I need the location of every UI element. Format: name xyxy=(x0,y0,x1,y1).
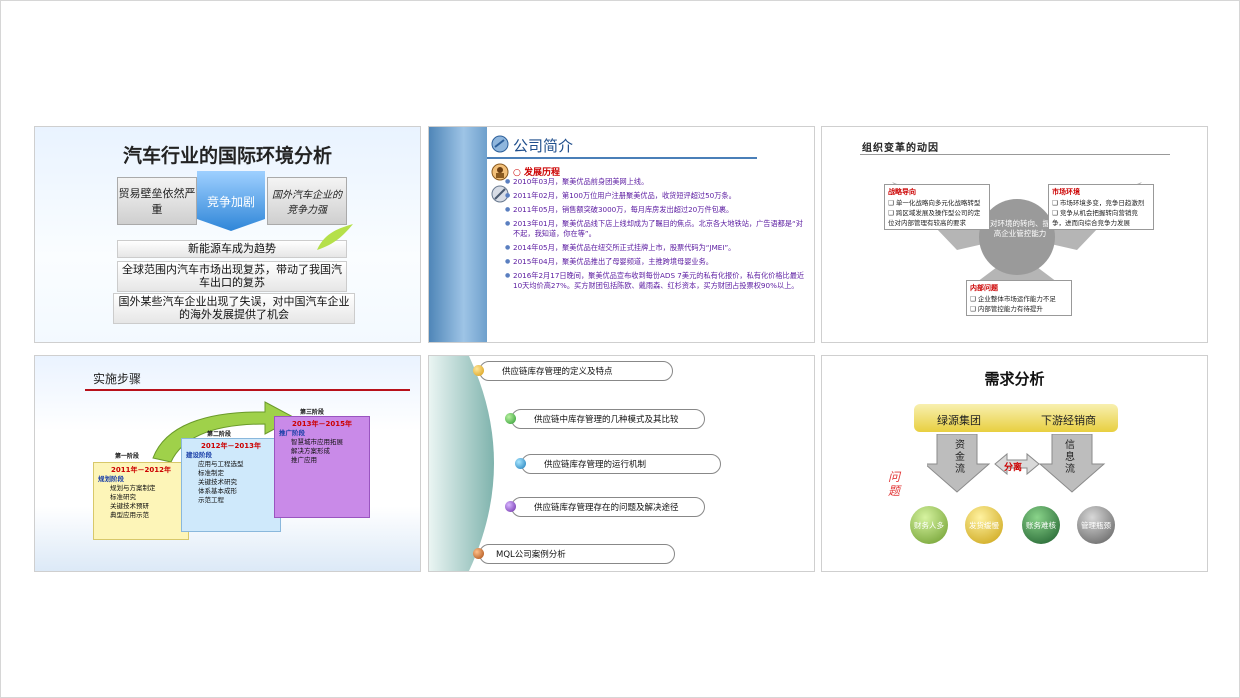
topic-bullet xyxy=(505,501,516,512)
box-bullet: ❑ 市场环境多变，竞争日趋激烈 xyxy=(1052,199,1145,207)
phase-years: 2011年－2012年 xyxy=(111,466,171,474)
slide-title: 汽车行业的国际环境分析 xyxy=(122,145,332,167)
center-label: 对环境的转向、提高企业管控能力 xyxy=(990,219,1050,238)
phase-task: 关键技术研究 xyxy=(198,478,237,486)
phase-task: 标准制定 xyxy=(198,469,224,477)
problem-ball: 财务人多 xyxy=(910,506,948,544)
phase-task: 标准研究 xyxy=(110,493,136,501)
factor-box: 贸易壁垒依然严重 xyxy=(117,177,197,225)
problem-ball: 管理瓶颈 xyxy=(1077,506,1115,544)
topic-item: 供应链库存管理的运行机制 xyxy=(521,454,721,474)
box-bullet: ❑ 竞争从机会把握转向营销竞争，进而向综合竞争力发展 xyxy=(1052,209,1138,227)
phase-task: 关键技术预研 xyxy=(110,502,149,510)
factor-box-strategy: 战略导向 ❑ 单一化战略向多元化战略转型 ❑ 跨区域发展及操作型公司的定位对内部… xyxy=(884,184,990,230)
phase-name: 建设阶段 xyxy=(186,451,212,459)
distributor-label: 下游经销商 xyxy=(1041,414,1096,427)
phase-task: 体系基本成形 xyxy=(198,487,237,495)
point-row: 新能源车成为趋势 xyxy=(117,240,347,258)
list-item: 2013年01月，聚美优品线下店上线却成为了瞩目的焦点。北京各大地铁站，广告语都… xyxy=(505,219,805,239)
stage-label: 第一阶段 xyxy=(115,453,140,460)
point-row: 国外某些汽车企业出现了失误，对中国汽车企业的海外发展提供了机会 xyxy=(113,293,355,324)
problem-label: 问题 xyxy=(888,470,901,498)
side-panel xyxy=(429,127,487,342)
phase-box-1: 2011年－2012年 规划阶段 规划与方案制定 标准研究 关键技术预研 典型应… xyxy=(93,462,189,540)
phase-task: 规划与方案制定 xyxy=(110,484,156,492)
leaf-decoration xyxy=(317,224,353,250)
phase-task: 智慧城市应用拓展 xyxy=(291,438,343,446)
topic-bullet xyxy=(473,548,484,559)
phase-name: 规划阶段 xyxy=(98,475,124,483)
slide-title: 组织变革的动因 xyxy=(862,143,939,154)
topic-item: 供应链库存管理的定义及特点 xyxy=(479,361,673,381)
slide-title: 实施步骤 xyxy=(93,372,142,386)
topic-bullet xyxy=(515,458,526,469)
box-bullet: ❑ 单一化战略向多元化战略转型 xyxy=(888,199,981,207)
pencil-icon xyxy=(491,135,509,153)
page-frame xyxy=(0,0,1240,698)
title-underline xyxy=(85,389,410,391)
list-item: 2011年05月，销售额突破3000万，每月库房发出超过20万件包裹。 xyxy=(505,205,805,215)
history-list: 2010年03月，聚美优品前身团美网上线。 2011年02月，第100万位用户注… xyxy=(505,177,805,295)
list-item: 2015年04月，聚美优品推出了母婴频道，主推跨境母婴业务。 xyxy=(505,257,805,267)
topic-item: MQL公司案例分析 xyxy=(479,544,675,564)
slide-title: 需求分析 xyxy=(984,370,1045,388)
capital-flow-label: 资金流 xyxy=(955,440,965,475)
box-bullet: ❑ 内部管控能力有待提升 xyxy=(970,305,1043,313)
separation-label: 分离 xyxy=(1004,463,1023,473)
factor-box-market: 市场环境 ❑ 市场环境多变，竞争日趋激烈 ❑ 竞争从机会把握转向营销竞争，进而向… xyxy=(1048,184,1154,230)
list-item: 2014年05月，聚美优品在纽交所正式挂牌上市，股票代码为“JMEI”。 xyxy=(505,243,805,253)
topic-item: 供应链中库存管理的几种模式及其比较 xyxy=(511,409,705,429)
slide-thumbnail-4[interactable]: 实施步骤 第一阶段 第二阶段 第三阶段 2011年－2012年 规划阶段 规划与… xyxy=(34,355,421,572)
slide-thumbnail-6[interactable]: 需求分析 绿源集团 下游经销商 资金流 信息流 分离 问题 财务人多 发货缓慢 … xyxy=(821,355,1208,572)
box-heading: 内部问题 xyxy=(970,284,998,292)
factor-box: 国外汽车企业的竞争力强 xyxy=(267,177,347,225)
box-bullet: ❑ 企业整体市场运作能力不足 xyxy=(970,295,1056,303)
phase-task: 典型应用示范 xyxy=(110,511,149,519)
list-item: 2010年03月，聚美优品前身团美网上线。 xyxy=(505,177,805,187)
slide-thumbnail-3[interactable]: 组织变革的动因 对环境的转向、提高企业管控能力 战略导向 ❑ 单一化战略向多元化… xyxy=(821,126,1208,343)
arc-decoration xyxy=(429,356,494,571)
stage-label: 第二阶段 xyxy=(207,431,232,438)
phase-years: 2012年－2013年 xyxy=(201,442,261,450)
phase-task: 示范工程 xyxy=(198,496,224,504)
stage-label: 第三阶段 xyxy=(300,409,325,416)
factor-box-internal: 内部问题 ❑ 企业整体市场运作能力不足 ❑ 内部管控能力有待提升 xyxy=(966,280,1072,316)
list-item: 2011年02月，第100万位用户注册聚美优品，收货短评超过50万条。 xyxy=(505,191,805,201)
phase-box-3: 2013年－2015年 推广阶段 智慧城市应用拓展 解决方案形成 推广应用 xyxy=(274,416,370,518)
factor-box-center: 竞争加剧 xyxy=(197,171,265,231)
problem-ball: 发货缓慢 xyxy=(965,506,1003,544)
phase-years: 2013年－2015年 xyxy=(292,420,352,428)
box-heading: 战略导向 xyxy=(888,188,916,196)
phase-task: 推广应用 xyxy=(291,456,317,464)
phase-name: 推广阶段 xyxy=(279,429,305,437)
slide-thumbnail-1[interactable]: 汽车行业的国际环境分析 贸易壁垒依然严重 竞争加剧 国外汽车企业的竞争力强 新能… xyxy=(34,126,421,343)
topic-bullet xyxy=(473,365,484,376)
slide-thumbnail-2[interactable]: 公司简介 ○ 发展历程 2010年03月，聚美优品前身团美网上线。 2011年0… xyxy=(428,126,815,343)
problem-ball: 账务难核 xyxy=(1022,506,1060,544)
box-bullet: ❑ 跨区域发展及操作型公司的定位对内部管理有较高的要求 xyxy=(888,209,981,227)
phase-box-2: 2012年－2013年 建设阶段 应用与工程选型 标准制定 关键技术研究 体系基… xyxy=(181,438,281,532)
phase-task: 解决方案形成 xyxy=(291,447,330,455)
list-item: 2016年2月17日晚间，聚美优品宣布收到每份ADS 7美元的私有化报价，私有化… xyxy=(505,271,805,291)
slide-title: 公司简介 xyxy=(513,137,574,155)
box-heading: 市场环境 xyxy=(1052,188,1080,196)
topic-bullet xyxy=(505,413,516,424)
title-underline xyxy=(487,157,757,159)
info-flow-label: 信息流 xyxy=(1065,440,1075,475)
slide-thumbnail-5[interactable]: 供应链库存管理的定义及特点 供应链中库存管理的几种模式及其比较 供应链库存管理的… xyxy=(428,355,815,572)
point-row: 全球范围内汽车市场出现复苏，带动了我国汽车出口的复苏 xyxy=(117,261,347,292)
supplier-label: 绿源集团 xyxy=(937,414,981,427)
title-underline xyxy=(860,154,1170,155)
topic-item: 供应链库存管理存在的问题及解决途径 xyxy=(511,497,705,517)
phase-task: 应用与工程选型 xyxy=(198,460,244,468)
